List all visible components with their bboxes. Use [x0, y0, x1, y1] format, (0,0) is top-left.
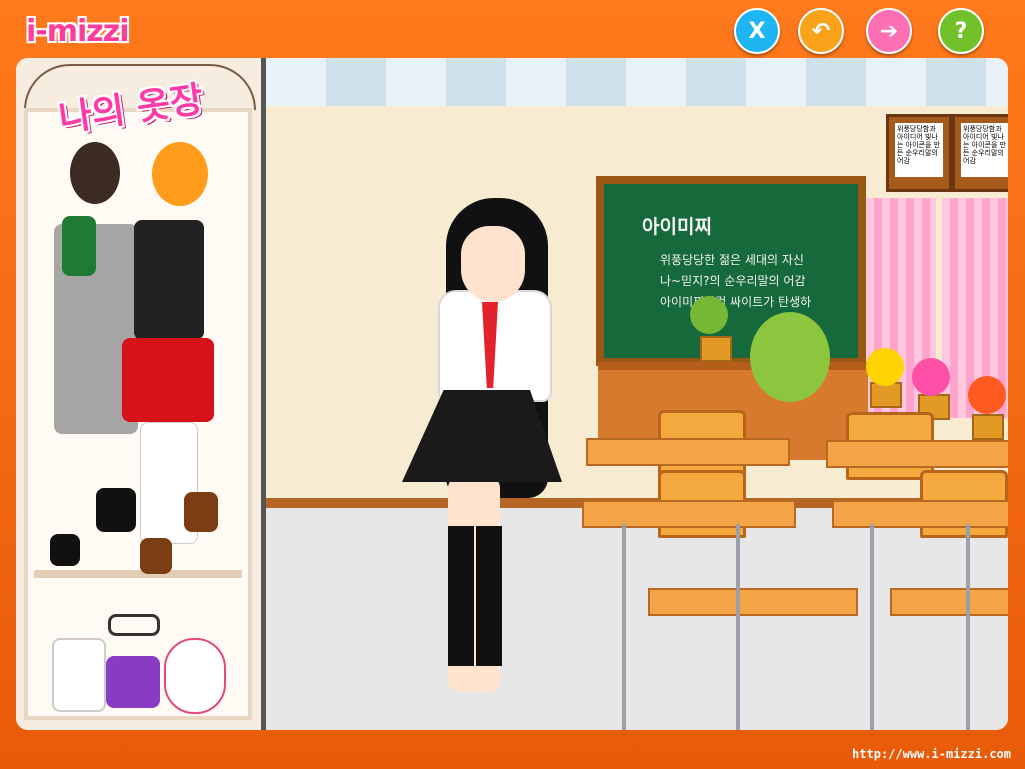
undo-button[interactable]: ↶: [798, 8, 844, 54]
desk-leg: [870, 524, 874, 730]
chalkboard-line: 아이미찌닷컴 싸이트가 탄생하: [660, 295, 812, 309]
help-icon: ?: [954, 18, 968, 44]
i-mizzi-logo: i-mizzi: [26, 14, 129, 49]
chalkboard-line: 나~믿지?의 순우리말의 어감: [660, 274, 806, 288]
brown-loafer[interactable]: [140, 538, 172, 574]
undo-icon: ↶: [811, 18, 831, 44]
black-uniform-top[interactable]: [134, 220, 204, 340]
student-desk: [582, 500, 796, 528]
red-flowers: [968, 376, 1006, 414]
site-url[interactable]: http://www.i-mizzi.com: [852, 747, 1011, 761]
student-desk: [586, 438, 790, 466]
chalkboard-line: 위풍당당한 젊은 세대의 자신: [660, 253, 804, 267]
purple-handbag[interactable]: [106, 656, 160, 708]
student-desk: [648, 588, 858, 616]
black-shoe[interactable]: [50, 534, 80, 566]
game-stage: 나의 옷장 아이미찌 위풍당당한 젊은 세대의 자신 나~믿지?의 순우리말의 …: [16, 58, 1008, 730]
wall-frame-text: 위풍당당함과 아이디어 빛나는 아이콘을 만든 순우리말의 어감: [961, 123, 1008, 177]
red-skirt[interactable]: [122, 338, 214, 422]
floral-bag[interactable]: [164, 638, 226, 714]
close-icon: X: [748, 18, 766, 44]
help-button[interactable]: ?: [938, 8, 984, 54]
close-button[interactable]: X: [734, 8, 780, 54]
student-desk: [890, 588, 1008, 616]
wardrobe-panel: 나의 옷장: [16, 58, 266, 730]
classroom-scene: 아이미찌 위풍당당한 젊은 세대의 자신 나~믿지?의 순우리말의 어감 아이미…: [266, 58, 1008, 730]
doll-face: [461, 226, 525, 302]
chalkboard-heading: 아이미찌: [642, 216, 712, 238]
wall-frame: 위풍당당함과 아이디어 빛나는 아이콘을 만든 순우리말의 어감: [952, 114, 1008, 192]
ceiling: [266, 58, 1008, 106]
pink-flowers: [912, 358, 950, 396]
wall-frame-text: 위풍당당함과 아이디어 빛나는 아이콘을 만든 순우리말의 어감: [895, 123, 943, 177]
orange-wig[interactable]: [152, 142, 208, 206]
floor: [266, 508, 1008, 730]
green-book[interactable]: [62, 216, 96, 276]
flower-pot: [700, 336, 732, 362]
doll-sock[interactable]: [448, 526, 474, 666]
desk-leg: [736, 524, 740, 730]
desk-leg: [622, 524, 626, 730]
brown-wig[interactable]: [70, 142, 120, 204]
glasses[interactable]: [108, 614, 160, 636]
doll-sock[interactable]: [476, 526, 502, 666]
yellow-flowers: [866, 348, 904, 386]
leafy-plant: [750, 312, 830, 402]
white-handbag[interactable]: [52, 638, 106, 712]
wardrobe-shelf: [34, 570, 242, 578]
next-arrow-icon: ➔: [879, 18, 899, 44]
student-desk: [832, 500, 1008, 528]
potted-plant: [690, 296, 728, 334]
wall-frame: 위풍당당함과 아이디어 빛나는 아이콘을 만든 순우리말의 어감: [886, 114, 952, 192]
student-desk: [826, 440, 1008, 468]
black-boot[interactable]: [96, 488, 136, 532]
flower-pot: [972, 414, 1004, 440]
next-button[interactable]: ➔: [866, 8, 912, 54]
brown-loafer-2[interactable]: [184, 492, 218, 532]
desk-leg: [966, 524, 970, 730]
